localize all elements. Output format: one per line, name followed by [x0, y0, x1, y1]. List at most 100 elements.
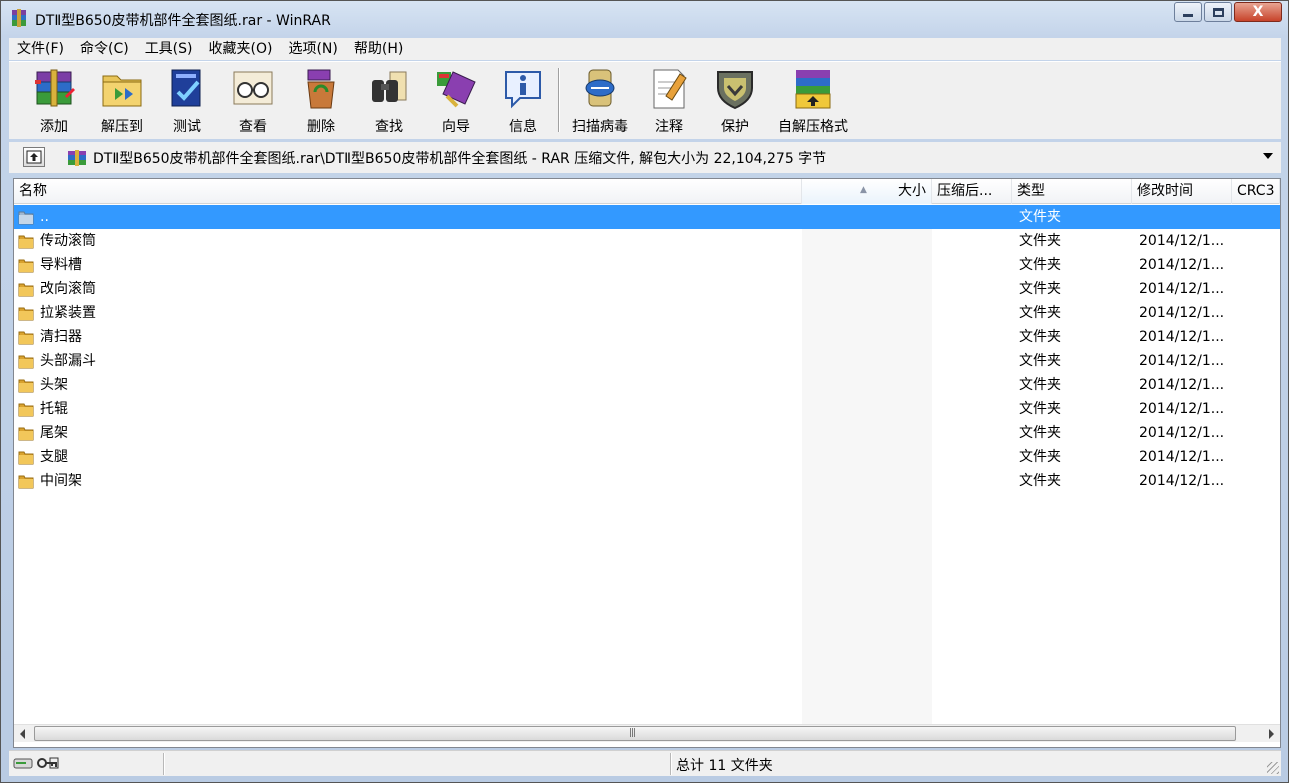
cell-type: 文件夹	[1019, 257, 1061, 273]
table-row[interactable]: 清扫器 文件夹 2014/12/1...	[14, 325, 1280, 349]
column-header-packed[interactable]: 压缩后...	[932, 179, 1012, 204]
file-list[interactable]: 名称 ▲ 大小 压缩后... 类型 修改时间 CRC3 .. 文件夹 传动滚筒 文件夹…	[13, 178, 1281, 748]
key-icon[interactable]	[37, 756, 59, 770]
cell-type: 文件夹	[1019, 329, 1061, 345]
path-dropdown-arrow-icon[interactable]	[1263, 153, 1273, 159]
scroll-right-arrow-icon[interactable]	[1269, 729, 1274, 739]
menu-options[interactable]: 选项(N)	[280, 38, 345, 60]
add-button[interactable]: 添加	[23, 66, 85, 136]
resize-grip-icon[interactable]	[1267, 762, 1279, 774]
wizard-label: 向导	[442, 119, 470, 135]
menu-help[interactable]: 帮助(H)	[346, 38, 411, 60]
scrollbar-thumb[interactable]: |||	[34, 726, 1236, 741]
table-row[interactable]: 托辊 文件夹 2014/12/1...	[14, 397, 1280, 421]
find-button[interactable]: 查找	[359, 66, 419, 136]
status-bar: 总计 11 文件夹	[9, 750, 1281, 776]
close-icon: X	[1252, 4, 1264, 20]
title-bar[interactable]: DTⅡ型B650皮带机部件全套图纸.rar - WinRAR X	[1, 1, 1288, 37]
folder-icon	[18, 451, 34, 465]
column-header-size[interactable]: ▲ 大小	[802, 179, 932, 204]
sfx-archive-icon	[795, 70, 831, 109]
column-header-size-label: 大小	[898, 183, 926, 199]
add-archive-icon	[35, 69, 75, 107]
table-row[interactable]: 尾架 文件夹 2014/12/1...	[14, 421, 1280, 445]
extract-to-label: 解压到	[101, 119, 143, 135]
delete-label: 删除	[307, 119, 335, 135]
cell-name: 头架	[40, 377, 68, 393]
table-row[interactable]: 传动滚筒 文件夹 2014/12/1...	[14, 229, 1280, 253]
test-label: 测试	[173, 119, 201, 135]
table-row[interactable]: 头架 文件夹 2014/12/1...	[14, 373, 1280, 397]
folder-icon	[18, 283, 34, 297]
protect-shield-icon	[717, 71, 753, 110]
parent-folder-row[interactable]: .. 文件夹	[14, 205, 1280, 229]
winrar-app-icon	[12, 9, 26, 27]
table-row[interactable]: 头部漏斗 文件夹 2014/12/1...	[14, 349, 1280, 373]
cell-type: 文件夹	[1019, 449, 1061, 465]
cell-modified: 2014/12/1...	[1139, 473, 1225, 489]
toolbar-separator	[558, 68, 560, 132]
view-button[interactable]: 查看	[223, 66, 283, 136]
status-summary: 总计 11 文件夹	[676, 758, 773, 774]
parent-folder-icon	[18, 211, 34, 225]
column-header-type[interactable]: 类型	[1012, 179, 1132, 204]
info-label: 信息	[509, 119, 537, 135]
scan-virus-button[interactable]: 扫描病毒	[565, 66, 635, 136]
menu-tools[interactable]: 工具(S)	[137, 38, 201, 60]
menu-commands[interactable]: 命令(C)	[72, 38, 137, 60]
list-header: 名称 ▲ 大小 压缩后... 类型 修改时间 CRC3	[14, 179, 1280, 204]
menu-file[interactable]: 文件(F)	[9, 38, 72, 60]
maximize-icon	[1212, 7, 1224, 17]
extract-to-button[interactable]: 解压到	[91, 66, 153, 136]
status-divider	[163, 753, 165, 775]
archive-path-combobox[interactable]: DTⅡ型B650皮带机部件全套图纸.rar\DTⅡ型B650皮带机部件全套图纸 …	[61, 145, 1279, 170]
view-label: 查看	[239, 119, 267, 135]
cell-name: 托辊	[40, 401, 68, 417]
table-row[interactable]: 改向滚筒 文件夹 2014/12/1...	[14, 277, 1280, 301]
sort-ascending-icon: ▲	[860, 185, 867, 195]
column-header-crc[interactable]: CRC3	[1232, 179, 1280, 204]
cell-name: 清扫器	[40, 329, 82, 345]
minimize-button[interactable]	[1174, 2, 1202, 22]
menu-favorites[interactable]: 收藏夹(O)	[201, 38, 281, 60]
table-row[interactable]: 拉紧装置 文件夹 2014/12/1...	[14, 301, 1280, 325]
cell-type: 文件夹	[1019, 401, 1061, 417]
status-divider	[670, 753, 672, 775]
cell-name: 改向滚筒	[40, 281, 96, 297]
cell-modified: 2014/12/1...	[1139, 401, 1225, 417]
table-row[interactable]: 中间架 文件夹 2014/12/1...	[14, 469, 1280, 493]
table-row[interactable]: 导料槽 文件夹 2014/12/1...	[14, 253, 1280, 277]
table-row[interactable]: 支腿 文件夹 2014/12/1...	[14, 445, 1280, 469]
maximize-button[interactable]	[1204, 2, 1232, 22]
cell-modified: 2014/12/1...	[1139, 425, 1225, 441]
scroll-left-arrow-icon[interactable]	[20, 729, 25, 739]
wizard-button[interactable]: 向导	[425, 66, 487, 136]
scrollbar-grip-icon: |||	[629, 728, 636, 738]
delete-button[interactable]: 删除	[291, 66, 351, 136]
cell-modified: 2014/12/1...	[1139, 257, 1225, 273]
column-header-modified[interactable]: 修改时间	[1132, 179, 1232, 204]
close-button[interactable]: X	[1234, 2, 1282, 22]
sfx-button[interactable]: 自解压格式	[771, 66, 855, 136]
comment-note-icon	[653, 69, 687, 109]
info-button[interactable]: 信息	[493, 66, 553, 136]
caption-buttons: X	[1172, 2, 1282, 22]
folder-icon	[18, 355, 34, 369]
protect-button[interactable]: 保护	[705, 66, 765, 136]
comment-button[interactable]: 注释	[639, 66, 699, 136]
test-button[interactable]: 测试	[159, 66, 215, 136]
find-binoculars-icon	[372, 71, 407, 102]
folder-icon	[18, 379, 34, 393]
cell-type: 文件夹	[1019, 425, 1061, 441]
up-one-level-button[interactable]	[23, 147, 45, 167]
folder-icon	[18, 307, 34, 321]
cell-type: 文件夹	[1019, 209, 1061, 225]
folder-icon	[18, 259, 34, 273]
cell-name: 尾架	[40, 425, 68, 441]
horizontal-scrollbar[interactable]: |||	[14, 724, 1280, 742]
toolbar: 添加 解压到 测试 查看 删除 查找 向导 信息 扫描病毒 注释 保护 自解压格…	[9, 61, 1281, 139]
drive-icon[interactable]	[13, 756, 33, 770]
window-title: DTⅡ型B650皮带机部件全套图纸.rar - WinRAR	[35, 13, 331, 29]
column-header-name[interactable]: 名称	[14, 179, 802, 204]
cell-modified: 2014/12/1...	[1139, 329, 1225, 345]
